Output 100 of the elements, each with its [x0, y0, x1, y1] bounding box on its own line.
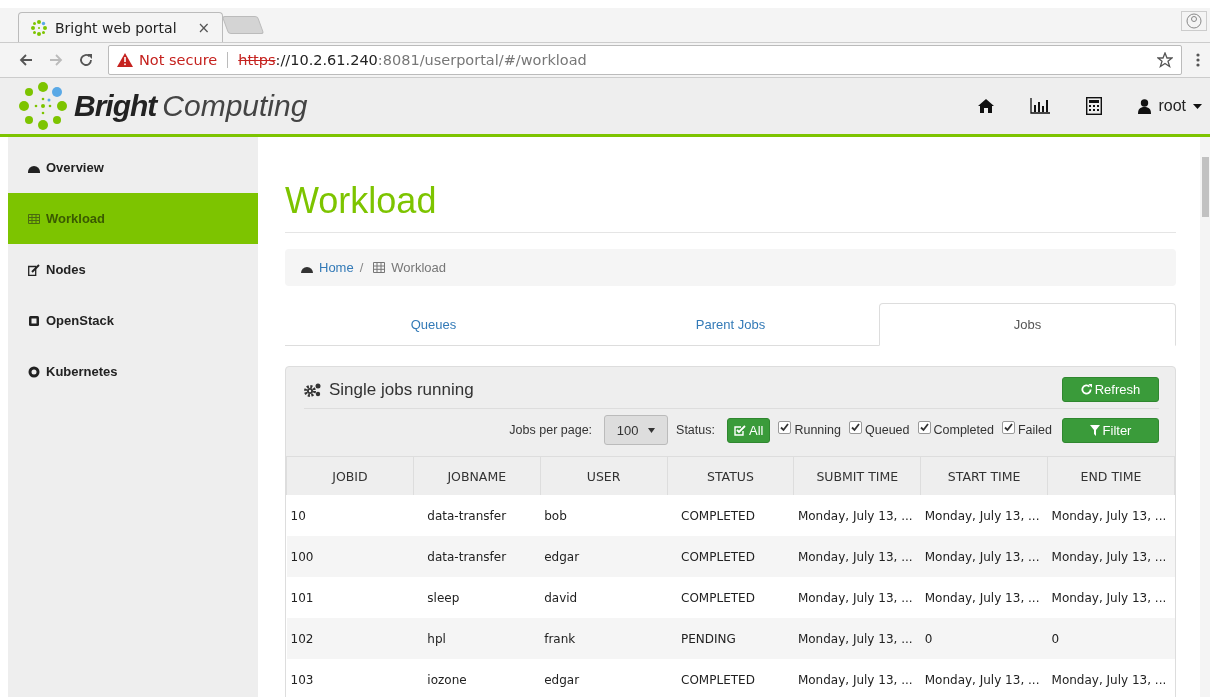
table-cell: COMPLETED	[667, 536, 794, 577]
table-cell: data-transfer	[413, 495, 541, 536]
home-icon[interactable]	[978, 99, 995, 113]
status-label: Status:	[676, 423, 715, 437]
table-cell: iozone	[413, 659, 541, 697]
warning-icon	[117, 53, 133, 67]
sidebar-item[interactable]: OpenStack	[8, 295, 258, 346]
table-cell: Monday, July 13, ...	[1047, 536, 1175, 577]
refresh-button[interactable]: Refresh	[1062, 377, 1159, 402]
reload-icon[interactable]	[78, 52, 94, 68]
edit-icon	[28, 263, 40, 276]
table-cell: Monday, July 13, ...	[1047, 495, 1175, 536]
user-menu[interactable]: root	[1138, 97, 1202, 115]
filter-button[interactable]: Filter	[1062, 417, 1159, 443]
status-checkbox[interactable]: Queued	[849, 423, 910, 437]
checkbox[interactable]	[778, 420, 792, 434]
status-checkbox[interactable]: Completed	[917, 423, 994, 437]
back-icon[interactable]	[18, 52, 34, 68]
table-cell: data-transfer	[413, 536, 541, 577]
breadcrumb-separator: /	[359, 260, 364, 275]
calculator-icon[interactable]	[1086, 97, 1103, 115]
table-cell: Monday, July 13, ...	[1047, 577, 1175, 618]
home-link[interactable]: Home	[319, 260, 354, 275]
table-cell: Monday, July 13, ...	[793, 577, 921, 618]
sidebar-item[interactable]: Overview	[8, 142, 258, 193]
table-cell: edgar	[540, 536, 668, 577]
url-text: https://10.2.61.240:8081/userportal/#/workload	[238, 52, 587, 68]
browser-tab[interactable]: Bright web portal ×	[18, 12, 223, 42]
table-cell: COMPLETED	[667, 577, 794, 618]
user-icon	[1138, 98, 1152, 114]
caret-icon	[648, 427, 656, 433]
table-cell: 101	[286, 577, 414, 618]
column-header[interactable]: START TIME	[920, 456, 1048, 495]
address-bar[interactable]: Not secure https://10.2.61.240:8081/userportal/#/workload	[108, 45, 1182, 75]
jobs-per-page-select[interactable]: 100	[604, 415, 669, 445]
table-cell: frank	[540, 618, 668, 659]
status-checkbox[interactable]: Running	[778, 423, 841, 437]
table-cell: Monday, July 13, ...	[920, 577, 1048, 618]
table-cell: Monday, July 13, ...	[1047, 659, 1175, 697]
all-button[interactable]: All	[727, 417, 771, 443]
scrollbar[interactable]	[1200, 137, 1210, 697]
tab[interactable]: Queues	[285, 303, 582, 345]
table-icon	[373, 262, 386, 273]
table-cell: Monday, July 13, ...	[793, 659, 921, 697]
table-cell: david	[540, 577, 668, 618]
page-title: Workload	[285, 180, 1176, 233]
column-header[interactable]: STATUS	[667, 456, 794, 495]
logo-text: Bright	[74, 89, 157, 123]
security-label: Not secure	[139, 52, 218, 68]
checkbox[interactable]	[1001, 420, 1015, 434]
table-cell: 0	[1047, 618, 1175, 659]
table-cell: Monday, July 13, ...	[793, 536, 921, 577]
table-cell: 102	[286, 618, 414, 659]
tab[interactable]: Jobs	[879, 303, 1176, 346]
status-checkbox[interactable]: Failed	[1001, 423, 1052, 437]
table-cell: 103	[286, 659, 414, 697]
table-cell: Monday, July 13, ...	[920, 536, 1048, 577]
column-header[interactable]: USER	[540, 456, 668, 495]
wheel-icon	[28, 365, 40, 378]
tab[interactable]: Parent Jobs	[582, 303, 879, 345]
breadcrumb-current: Workload	[391, 260, 446, 275]
table-cell: 100	[286, 536, 414, 577]
star-icon[interactable]	[1157, 52, 1173, 68]
bar-chart-icon[interactable]	[1030, 98, 1051, 114]
sidebar-item[interactable]: Nodes	[8, 244, 258, 295]
table-cell: edgar	[540, 659, 668, 697]
filter-icon	[1089, 424, 1100, 436]
caret-icon	[1193, 103, 1202, 109]
column-header[interactable]: SUBMIT TIME	[793, 456, 921, 495]
menu-icon[interactable]	[1196, 52, 1200, 68]
gears-icon	[304, 381, 322, 398]
table-cell: Monday, July 13, ...	[793, 618, 921, 659]
logo-icon	[31, 19, 47, 36]
refresh-icon	[1080, 384, 1092, 395]
table-cell: Monday, July 13, ...	[793, 495, 921, 536]
column-header[interactable]: JOBID	[286, 456, 414, 495]
close-tab-button[interactable]: ×	[197, 18, 210, 37]
table-cell: hpl	[413, 618, 541, 659]
square-icon	[28, 314, 40, 327]
tab-title: Bright web portal	[55, 19, 177, 36]
logo-icon	[18, 81, 68, 131]
jobs-per-page-label: Jobs per page:	[509, 423, 593, 437]
table-cell: sleep	[413, 577, 541, 618]
table-cell: COMPLETED	[667, 659, 794, 697]
table-cell: bob	[540, 495, 668, 536]
table-cell: PENDING	[667, 618, 794, 659]
table-cell: Monday, July 13, ...	[920, 495, 1048, 536]
panel-title: Single jobs running	[329, 379, 474, 400]
column-header[interactable]: END TIME	[1047, 456, 1175, 495]
table-cell: Monday, July 13, ...	[920, 659, 1048, 697]
table-icon	[28, 212, 40, 225]
checkbox[interactable]	[849, 420, 862, 434]
column-header[interactable]: JOBNAME	[413, 456, 541, 495]
sidebar-item[interactable]: Kubernetes	[8, 346, 258, 397]
table-cell: COMPLETED	[667, 495, 794, 536]
logo-text: Computing	[162, 89, 308, 123]
table-cell: 0	[920, 618, 1048, 659]
sidebar-item[interactable]: Workload	[8, 193, 258, 244]
checkbox[interactable]	[917, 420, 931, 434]
checkbox-icon	[734, 424, 746, 436]
